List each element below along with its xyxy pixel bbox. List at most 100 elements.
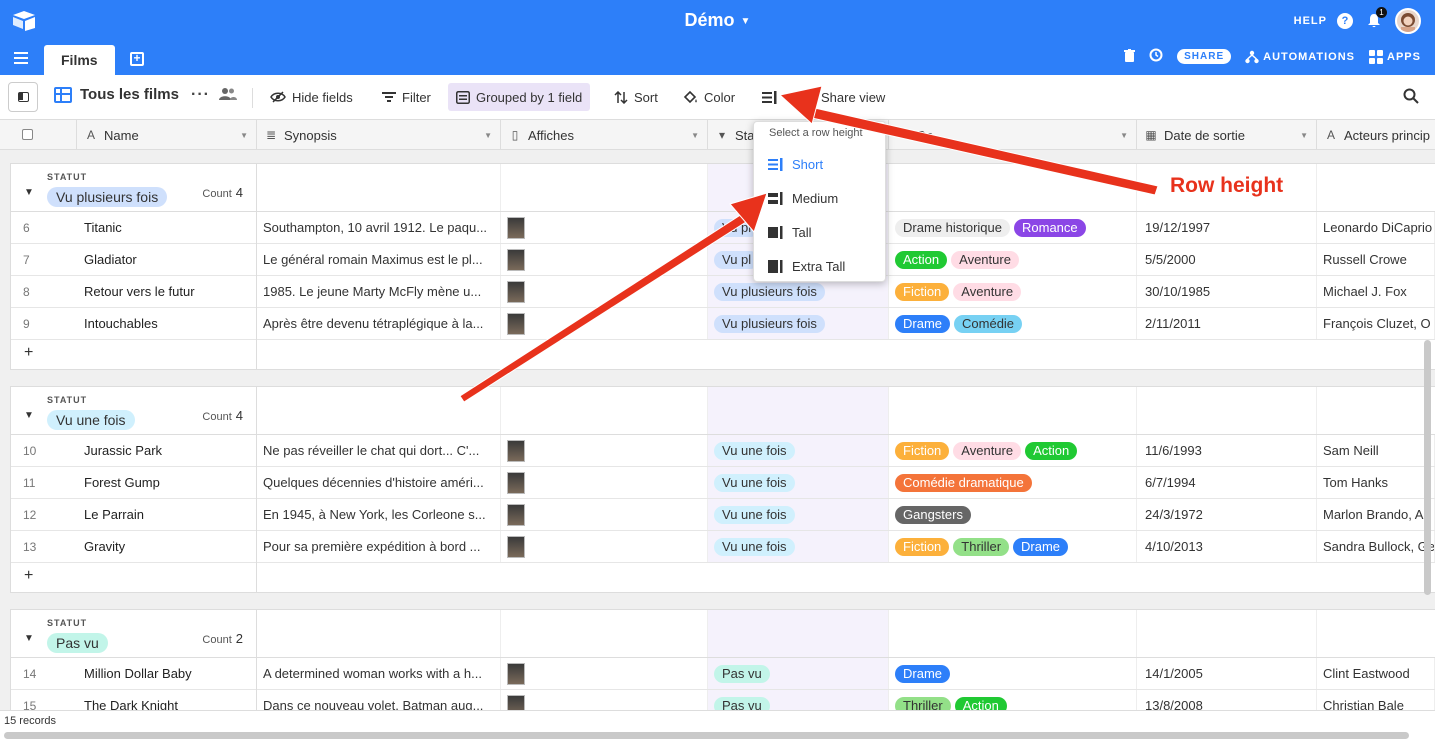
- cell-name[interactable]: Intouchables: [84, 316, 158, 331]
- poster-thumbnail[interactable]: [507, 471, 525, 494]
- apps-button[interactable]: APPS: [1369, 49, 1421, 64]
- group-header[interactable]: ▼ STATUT Pas vu Count 2: [11, 610, 256, 658]
- cell-genre[interactable]: Drame historique Romance: [889, 212, 1137, 243]
- poster-thumbnail[interactable]: [507, 694, 525, 710]
- cell-affiches[interactable]: [501, 658, 708, 689]
- chevron-down-icon[interactable]: ▼: [1300, 131, 1308, 140]
- poster-thumbnail[interactable]: [507, 662, 525, 685]
- cell-acteurs[interactable]: François Cluzet, O: [1317, 308, 1435, 339]
- history-icon[interactable]: [1149, 48, 1163, 65]
- cell-affiches[interactable]: [501, 435, 708, 466]
- chevron-down-icon[interactable]: ▼: [691, 131, 699, 140]
- row-height-tall[interactable]: Tall: [768, 219, 812, 245]
- hide-fields-button[interactable]: Hide fields: [262, 83, 361, 111]
- cell-statut[interactable]: Pas vu: [708, 690, 889, 710]
- cell-name[interactable]: Gravity: [84, 539, 125, 554]
- cell-acteurs[interactable]: Russell Crowe: [1317, 244, 1435, 275]
- cell-date[interactable]: 6/7/1994: [1137, 467, 1317, 498]
- table-row[interactable]: 11 Forest Gump: [11, 467, 256, 499]
- vertical-scrollbar[interactable]: [1424, 340, 1431, 595]
- column-header-name[interactable]: A Name ▼: [77, 120, 257, 150]
- horizontal-scrollbar[interactable]: [4, 732, 1409, 739]
- help-icon[interactable]: ?: [1337, 13, 1353, 29]
- cell-genre[interactable]: Action Aventure: [889, 244, 1137, 275]
- cell-synopsis[interactable]: Ne pas réveiller le chat qui dort... C'.…: [257, 435, 501, 466]
- base-title-text[interactable]: Démo: [685, 10, 735, 30]
- collaborators-icon[interactable]: [219, 87, 237, 103]
- add-record-row[interactable]: +: [11, 563, 256, 594]
- group-button[interactable]: Grouped by 1 field: [448, 83, 591, 111]
- cell-genre[interactable]: Thriller Action: [889, 690, 1137, 710]
- table-row[interactable]: 14 Million Dollar Baby: [11, 658, 256, 690]
- table-row-cells[interactable]: Quelques décennies d'histoire améri... Vu…: [257, 467, 1435, 499]
- collapse-group-icon[interactable]: ▼: [24, 410, 34, 421]
- row-height-short[interactable]: Short: [768, 151, 823, 177]
- table-row-cells[interactable]: Ne pas réveiller le chat qui dort... C'.…: [257, 435, 1435, 467]
- cell-name[interactable]: The Dark Knight: [84, 698, 178, 710]
- poster-thumbnail[interactable]: [507, 535, 525, 558]
- cell-name[interactable]: Forest Gump: [84, 475, 160, 490]
- cell-synopsis[interactable]: En 1945, à New York, les Corleone s...: [257, 499, 501, 530]
- add-record-icon[interactable]: +: [24, 567, 33, 585]
- share-view-button[interactable]: Share view: [813, 83, 893, 111]
- cell-synopsis[interactable]: Le général romain Maximus est le pl...: [257, 244, 501, 275]
- chevron-down-icon[interactable]: ▼: [484, 131, 492, 140]
- cell-synopsis[interactable]: Southampton, 10 avril 1912. Le paqu...: [257, 212, 501, 243]
- poster-thumbnail[interactable]: [507, 312, 525, 335]
- group-header[interactable]: ▼ STATUT Vu plusieurs fois Count 4: [11, 164, 256, 212]
- cell-genre[interactable]: Fiction Thriller Drame: [889, 531, 1137, 562]
- column-header-synopsis[interactable]: ≣ Synopsis ▼: [257, 120, 501, 150]
- cell-date[interactable]: 2/11/2011: [1137, 308, 1317, 339]
- user-avatar[interactable]: [1395, 8, 1421, 34]
- cell-acteurs[interactable]: Marlon Brando, Al: [1317, 499, 1435, 530]
- collapse-group-icon[interactable]: ▼: [24, 187, 34, 198]
- table-row-cells[interactable]: Après être devenu tétraplégique à la... V…: [257, 308, 1435, 340]
- cell-date[interactable]: 19/12/1997: [1137, 212, 1317, 243]
- share-button[interactable]: SHARE: [1177, 49, 1232, 64]
- column-header-affiches[interactable]: ▯ Affiches ▼: [501, 120, 708, 150]
- cell-synopsis[interactable]: Pour sa première expédition à bord ...: [257, 531, 501, 562]
- cell-genre[interactable]: Gangsters: [889, 499, 1137, 530]
- poster-thumbnail[interactable]: [507, 439, 525, 462]
- cell-acteurs[interactable]: Leonardo DiCaprio: [1317, 212, 1435, 243]
- cell-acteurs[interactable]: Tom Hanks: [1317, 467, 1435, 498]
- cell-acteurs[interactable]: Michael J. Fox: [1317, 276, 1435, 307]
- sort-button[interactable]: Sort: [606, 83, 666, 111]
- cell-synopsis[interactable]: Dans ce nouveau volet, Batman aug...: [257, 690, 501, 710]
- cell-affiches[interactable]: [501, 212, 708, 243]
- table-row[interactable]: 9 Intouchables: [11, 308, 256, 340]
- cell-statut[interactable]: Vu plusieurs fois: [708, 308, 889, 339]
- trash-icon[interactable]: [1124, 48, 1136, 65]
- cell-statut[interactable]: Vu une fois: [708, 531, 889, 562]
- row-height-extra-tall[interactable]: Extra Tall: [768, 253, 845, 279]
- cell-genre[interactable]: Drame: [889, 658, 1137, 689]
- table-row[interactable]: 6 Titanic: [11, 212, 256, 244]
- cell-affiches[interactable]: [501, 499, 708, 530]
- row-height-medium[interactable]: Medium: [768, 185, 838, 211]
- cell-affiches[interactable]: [501, 244, 708, 275]
- cell-date[interactable]: 13/8/2008: [1137, 690, 1317, 710]
- table-row[interactable]: 12 Le Parrain: [11, 499, 256, 531]
- cell-affiches[interactable]: [501, 690, 708, 710]
- cell-date[interactable]: 24/3/1972: [1137, 499, 1317, 530]
- cell-statut[interactable]: Pas vu: [708, 658, 889, 689]
- table-row[interactable]: 13 Gravity: [11, 531, 256, 563]
- row-height-button[interactable]: [754, 83, 786, 111]
- cell-synopsis[interactable]: A determined woman works with a h...: [257, 658, 501, 689]
- chevron-down-icon[interactable]: ▼: [1120, 131, 1128, 140]
- notifications-button[interactable]: 1: [1363, 7, 1387, 32]
- cell-acteurs[interactable]: Sandra Bullock, Ge: [1317, 531, 1435, 562]
- cell-affiches[interactable]: [501, 531, 708, 562]
- cell-synopsis[interactable]: Après être devenu tétraplégique à la...: [257, 308, 501, 339]
- cell-affiches[interactable]: [501, 467, 708, 498]
- cell-name[interactable]: Titanic: [84, 220, 122, 235]
- menu-icon[interactable]: [14, 52, 28, 64]
- select-all-checkbox[interactable]: [22, 129, 33, 140]
- cell-statut[interactable]: Vu une fois: [708, 435, 889, 466]
- table-row-cells[interactable]: Pour sa première expédition à bord ... Vu…: [257, 531, 1435, 563]
- collapse-group-icon[interactable]: ▼: [24, 633, 34, 644]
- table-row[interactable]: 8 Retour vers le futur: [11, 276, 256, 308]
- table-row[interactable]: 15 The Dark Knight: [11, 690, 256, 710]
- cell-acteurs[interactable]: Sam Neill: [1317, 435, 1435, 466]
- cell-date[interactable]: 5/5/2000: [1137, 244, 1317, 275]
